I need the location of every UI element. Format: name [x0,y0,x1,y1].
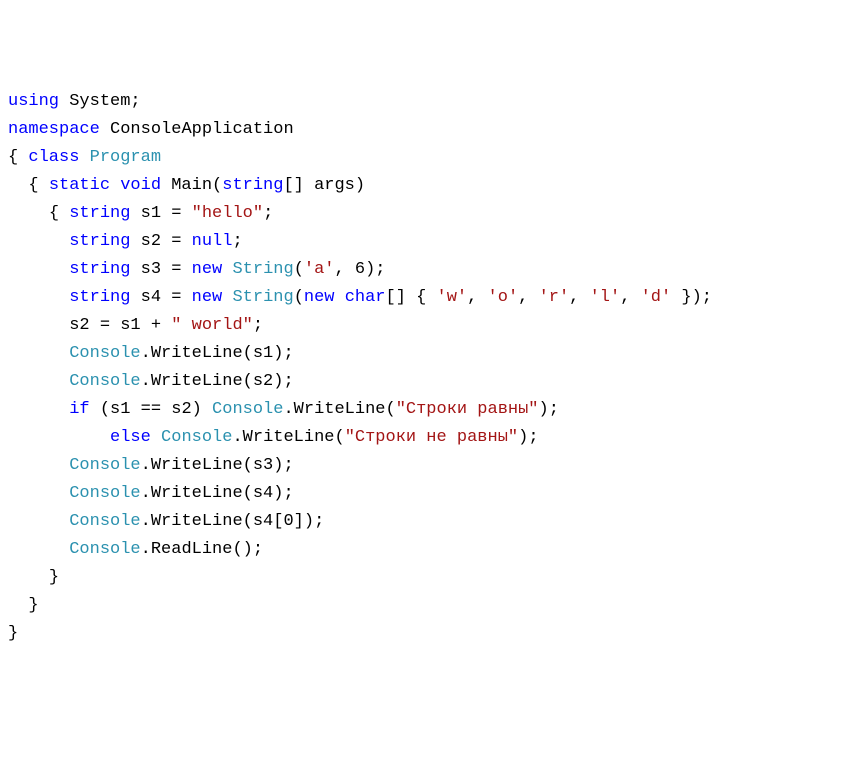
code-token: } [49,568,59,587]
code-token: .WriteLine(s4[0]); [141,512,325,531]
code-token: .WriteLine( [232,428,344,447]
code-token: .WriteLine(s4); [141,484,294,503]
code-token: " world" [171,316,253,335]
code-line: else Console.WriteLine("Строки не равны"… [8,424,854,452]
code-line: using System; [8,88,854,116]
code-token: string [69,232,140,251]
code-token: 'a' [304,260,335,279]
code-token: "hello" [192,204,263,223]
code-token: , [620,288,640,307]
code-token: new [192,288,233,307]
code-token: [] { [386,288,437,307]
code-token: static void [49,176,171,195]
code-token: 'r' [539,288,570,307]
code-token: Console [69,344,140,363]
code-token: string [69,288,140,307]
code-line: { static void Main(string[] args) [8,172,854,200]
code-token: ( [294,260,304,279]
code-line: } [8,620,854,648]
code-token: { [49,204,69,223]
code-line: Console.WriteLine(s1); [8,340,854,368]
code-line: Console.WriteLine(s4[0]); [8,508,854,536]
code-token: namespace [8,120,110,139]
code-token: ConsoleApplication [110,120,294,139]
code-token: , [467,288,487,307]
code-token: Console [161,428,232,447]
code-token: Program [90,148,161,167]
code-token: string [69,260,140,279]
code-token: using [8,92,69,111]
code-token: .ReadLine(); [141,540,263,559]
code-token: s2 = [141,232,192,251]
code-token: "Строки не равны" [345,428,518,447]
code-line: if (s1 == s2) Console.WriteLine("Строки … [8,396,854,424]
code-line: } [8,592,854,620]
code-token: } [28,596,38,615]
code-token: ); [539,400,559,419]
code-token: Console [212,400,283,419]
code-token: "Строки равны" [396,400,539,419]
code-token: 'l' [590,288,621,307]
code-token: .WriteLine(s1); [141,344,294,363]
code-token: , [569,288,589,307]
code-line: { class Program [8,144,854,172]
code-token: 'w' [437,288,468,307]
code-token: new char [304,288,386,307]
code-line: string s4 = new String(new char[] { 'w',… [8,284,854,312]
code-line: s2 = s1 + " world"; [8,312,854,340]
code-line: { string s1 = "hello"; [8,200,854,228]
code-token: ; [232,232,242,251]
code-line: Console.WriteLine(s2); [8,368,854,396]
code-token: Console [69,540,140,559]
code-token: new [192,260,233,279]
code-token: , 6); [335,260,386,279]
code-token: { [8,148,28,167]
code-token: string [69,204,140,223]
code-token: String [232,288,293,307]
code-token: Console [69,372,140,391]
code-token: .WriteLine( [283,400,395,419]
code-token: ; [253,316,263,335]
code-token: { [28,176,48,195]
code-token: }); [671,288,712,307]
code-block: using System;namespace ConsoleApplicatio… [8,88,854,648]
code-line: string s2 = null; [8,228,854,256]
code-token: 'o' [488,288,519,307]
code-line: } [8,564,854,592]
code-token: .WriteLine(s3); [141,456,294,475]
code-token: string [222,176,283,195]
code-token: if [69,400,100,419]
code-token: ; [263,204,273,223]
code-token: class [28,148,89,167]
code-token: else [110,428,161,447]
code-line: Console.ReadLine(); [8,536,854,564]
code-token: s1 = [141,204,192,223]
code-token: System; [69,92,140,111]
code-token: null [192,232,233,251]
code-line: Console.WriteLine(s4); [8,480,854,508]
code-token: String [232,260,293,279]
code-token: s2 = s1 + [69,316,171,335]
code-token: Main( [171,176,222,195]
code-line: Console.WriteLine(s3); [8,452,854,480]
code-token: , [518,288,538,307]
code-token: .WriteLine(s2); [141,372,294,391]
code-line: string s3 = new String('a', 6); [8,256,854,284]
code-token: ( [294,288,304,307]
code-token: 'd' [641,288,672,307]
code-token: } [8,624,18,643]
code-token: Console [69,484,140,503]
code-token: ); [518,428,538,447]
code-line: namespace ConsoleApplication [8,116,854,144]
code-token: Console [69,512,140,531]
code-token: Console [69,456,140,475]
code-token: s4 = [141,288,192,307]
code-token: s3 = [141,260,192,279]
code-token: (s1 == s2) [100,400,212,419]
code-token: [] args) [283,176,365,195]
